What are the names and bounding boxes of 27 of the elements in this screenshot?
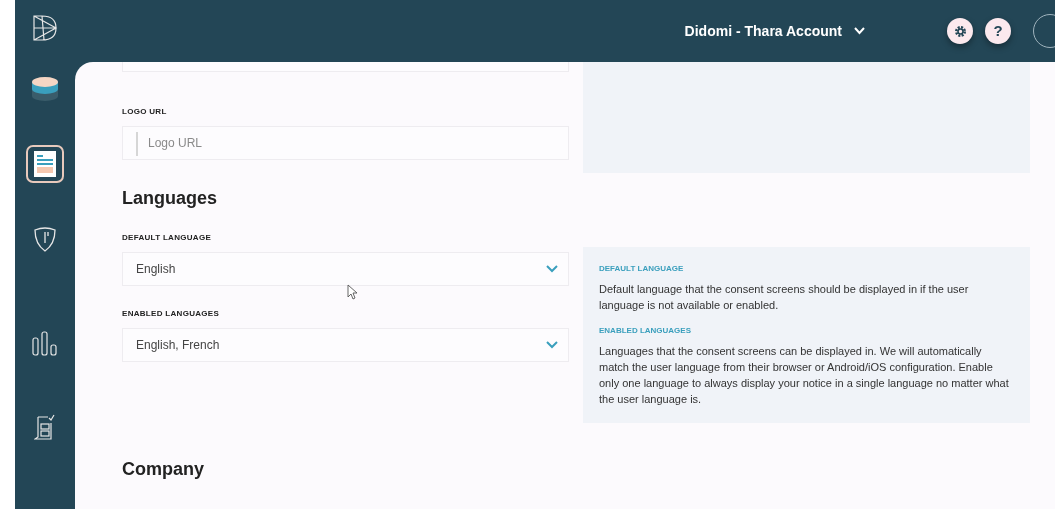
field-label: LOGO URL [122,106,168,118]
document-icon [34,151,56,177]
database-icon [30,74,60,102]
input-field[interactable]: Logo URL [122,126,569,160]
help-title: ENABLED LANGUAGES [599,325,692,337]
chevron-down-icon [546,340,558,349]
chevron-down-icon [854,27,865,35]
select-field[interactable]: English [122,251,569,286]
help-button[interactable]: ? [985,18,1011,44]
account-dropdown[interactable]: Didomi - Thara Account [678,19,871,43]
shield-icon [33,226,57,252]
sidebar-item[interactable] [26,145,64,183]
checklist-icon [34,414,56,440]
chevron-down-icon [546,264,558,273]
settings-button[interactable] [947,18,973,44]
section-heading: Languages [122,188,219,210]
field-label: DEFAULT LANGUAGE [122,231,213,244]
logo-icon [32,14,58,42]
bar-chart-icon [32,330,58,356]
select-field[interactable]: English, French [122,327,569,362]
settings-icon [953,24,967,38]
section-heading: Company [122,458,205,481]
field-label: ENABLED LANGUAGES [122,307,221,320]
help-title: DEFAULT LANGUAGE [599,263,685,275]
cursor-icon [347,284,358,300]
help-text: Languages that the consent screens can be displayed in. We will automatically match the user language from their browser or Android/iOS configuration. Enable only one language to always display your notice in a single language no matter what the user language is. [599,344,1010,407]
help-text: Default language that the consent screens should be displayed in if the user language is not available or enabled. [599,282,970,313]
